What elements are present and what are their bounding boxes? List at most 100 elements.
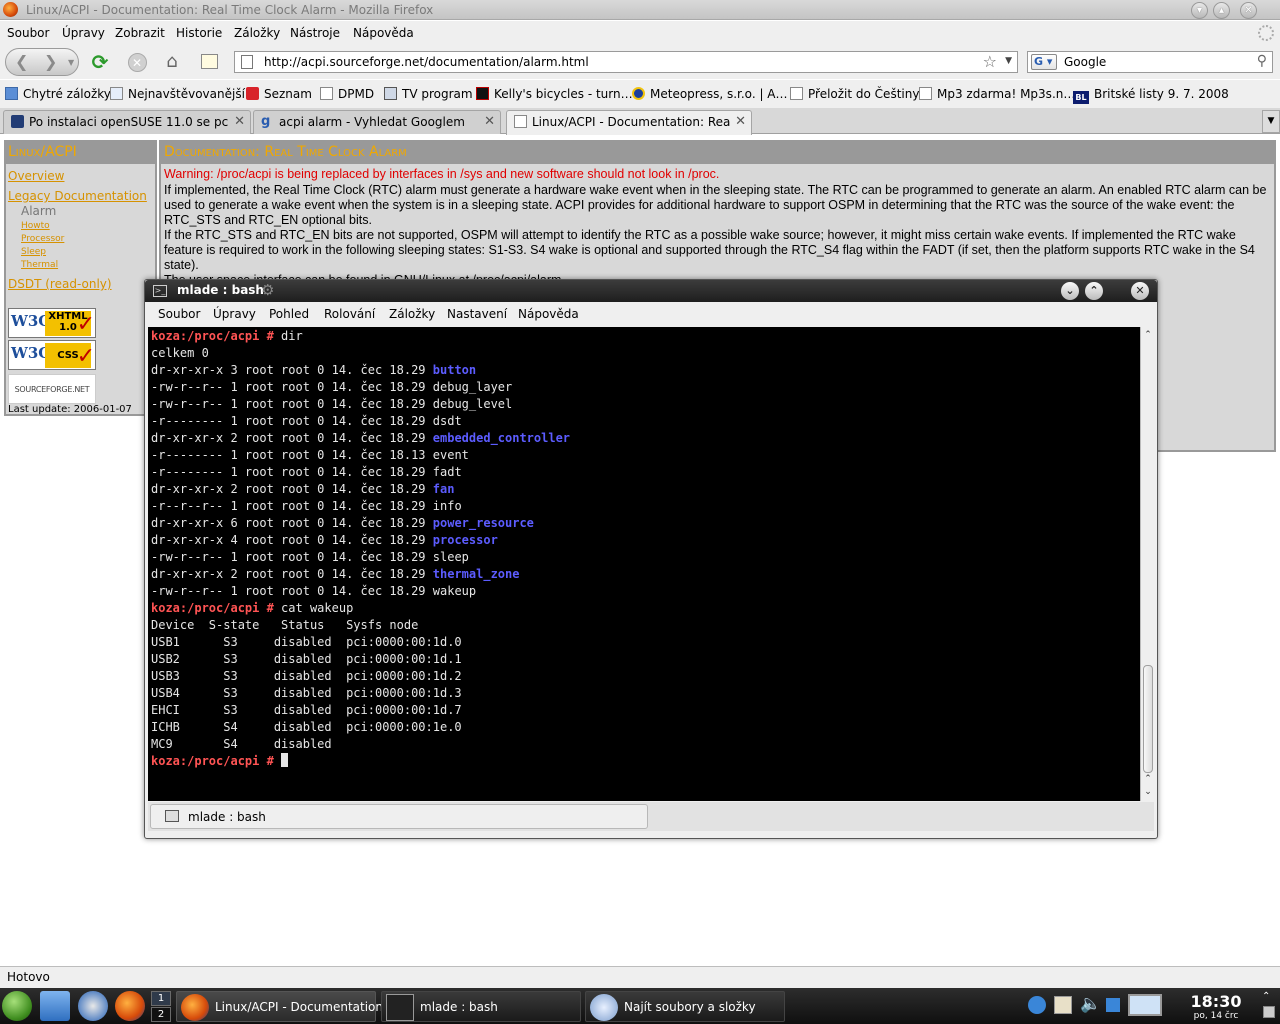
clock[interactable]: 18:30 po, 14 črc (1172, 990, 1260, 1022)
w3c-xhtml-badge[interactable]: W3C XHTML 1.0 ✓ (8, 308, 96, 338)
nav-overview[interactable]: Overview (8, 169, 65, 183)
google-engine-icon[interactable]: G ▾ (1031, 54, 1057, 70)
url-input[interactable]: http://acpi.sourceforge.net/documentatio… (264, 55, 589, 69)
home-icon[interactable]: ⌂ (159, 49, 185, 75)
expand-icon[interactable]: ⌃ (1262, 991, 1270, 1002)
terminal-output[interactable]: koza:/proc/acpi # dir celkem 0 dr-xr-xr-x … (148, 327, 1140, 801)
sidebar-header: Linux/ACPI (6, 142, 155, 164)
nav-howto[interactable]: Howto (21, 221, 50, 231)
bookmark-kellys[interactable]: Kelly's bicycles - turn… (476, 87, 633, 101)
firefox-icon (3, 2, 18, 17)
tab-opensuse[interactable]: Po instalaci openSUSE 11.0 se pc… ✕ (3, 110, 251, 134)
network-icon[interactable] (1028, 996, 1046, 1014)
nav-legacy-documentation[interactable]: Legacy Documentation (8, 189, 147, 203)
task-firefox[interactable]: Linux/ACPI - Documentation: (176, 991, 387, 1022)
konsole-menu-zalozky[interactable]: Záložky (389, 307, 435, 321)
volume-icon[interactable]: 🔈 (1080, 994, 1101, 1014)
back-icon[interactable]: ❮ (15, 52, 28, 71)
new-tab-icon[interactable] (196, 49, 222, 75)
tab-close-icon[interactable]: ✕ (735, 114, 746, 129)
firefox-launcher-icon[interactable] (115, 991, 145, 1021)
konsole-menu-napoveda[interactable]: Nápověda (518, 307, 579, 321)
clock-time: 18:30 (1190, 992, 1242, 1011)
page-sidebar: Linux/ACPI Overview Legacy Documentation… (4, 140, 157, 416)
task-konsole[interactable]: mlade : bash (381, 991, 581, 1022)
window-options-icon[interactable]: ⚙ (261, 281, 274, 299)
menu-zalozky[interactable]: Záložky (234, 26, 280, 40)
reload-icon[interactable]: ⟳ (87, 49, 113, 75)
tab-close-icon[interactable]: ✕ (484, 114, 495, 129)
bookmark-mp3[interactable]: Mp3 zdarma! Mp3s.n… (919, 87, 1075, 101)
konsole-menu-nastaveni[interactable]: Nastavení (447, 307, 507, 321)
scrollbar-thumb[interactable] (1143, 665, 1153, 773)
tab-google-search[interactable]: g acpi alarm - Vyhledat Googlem ✕ (253, 110, 501, 134)
url-bar[interactable]: http://acpi.sourceforge.net/documentatio… (234, 51, 1018, 73)
display-icon[interactable] (1128, 994, 1162, 1016)
scroll-down-icon[interactable]: ⌄ (1141, 786, 1155, 799)
nav-dsdt[interactable]: DSDT (read-only) (8, 277, 112, 291)
menu-soubor[interactable]: Soubor (7, 26, 49, 40)
menu-historie[interactable]: Historie (176, 26, 222, 40)
bookmark-nejnavstevovanejsi[interactable]: Nejnavštěvovanější (110, 87, 245, 101)
desktop-1[interactable]: 1 (151, 991, 171, 1006)
show-desktop-icon[interactable] (1263, 1006, 1275, 1018)
clock-date: po, 14 črc (1193, 1011, 1239, 1021)
close-icon[interactable]: ✕ (1240, 2, 1257, 19)
search-icon[interactable]: ⚲ (1257, 53, 1267, 69)
terminal-scrollbar[interactable]: ⌃ ⌃ ⌄ (1140, 327, 1154, 801)
bookmark-prelozit[interactable]: Přeložit do Češtiny (790, 87, 919, 101)
maximize-icon[interactable]: ⌃ (1085, 282, 1103, 300)
search-input[interactable]: Google (1064, 55, 1106, 69)
nav-alarm-current: Alarm (21, 204, 57, 218)
tab-close-icon[interactable]: ✕ (234, 114, 245, 129)
file-metadata: dr-xr-xr-x 2 root root 0 14. čec 18.29 (151, 567, 433, 581)
file-manager-icon[interactable] (40, 991, 70, 1021)
menu-napoveda[interactable]: Nápověda (353, 26, 414, 40)
clipboard-icon[interactable] (1054, 996, 1072, 1014)
nav-processor[interactable]: Processor (21, 234, 64, 244)
tab-strip: Po instalaci openSUSE 11.0 se pc… ✕ g ac… (0, 108, 1280, 135)
bookmarks-toolbar: Chytré záložky Nejnavštěvovanější Seznam… (0, 80, 1280, 108)
scroll-up-icon[interactable]: ⌃ (1141, 329, 1155, 342)
desktop-2[interactable]: 2 (151, 1007, 171, 1022)
konsole-menu-soubor[interactable]: Soubor (158, 307, 200, 321)
nav-thermal[interactable]: Thermal (21, 260, 58, 270)
bookmark-britske-listy[interactable]: BL Britské listy 9. 7. 2008 (1073, 87, 1229, 104)
task-find-files[interactable]: Najít soubory a složky (585, 991, 785, 1022)
scroll-up-icon[interactable]: ⌃ (1141, 773, 1155, 786)
minimize-icon[interactable]: ⌄ (1061, 282, 1079, 300)
shell-command: dir (273, 329, 303, 343)
mail-client-icon[interactable] (78, 991, 108, 1021)
close-icon[interactable]: ✕ (1131, 282, 1149, 300)
menu-zobrazit[interactable]: Zobrazit (115, 26, 165, 40)
directory-name: processor (432, 533, 498, 547)
update-applet-icon[interactable] (1106, 998, 1120, 1012)
minimize-icon[interactable]: ▾ (1191, 2, 1208, 19)
tab-acpi-documentation[interactable]: Linux/ACPI - Documentation: Real… ✕ (506, 110, 752, 135)
window-title: Linux/ACPI - Documentation: Real Time Cl… (26, 3, 434, 17)
sourceforge-logo[interactable]: SOURCEFORGE.NET (8, 374, 96, 404)
menu-nastroje[interactable]: Nástroje (290, 26, 340, 40)
search-bar[interactable]: G ▾ Google ⚲ (1027, 51, 1273, 73)
stop-icon[interactable]: ✕ (124, 49, 150, 75)
tab-list-dropdown-icon[interactable]: ▼ (1262, 110, 1280, 133)
forward-icon[interactable]: ❯ (44, 52, 57, 71)
start-menu-icon[interactable] (2, 991, 32, 1021)
bookmark-meteopress[interactable]: Meteopress, s.r.o. | A… (632, 87, 788, 101)
konsole-tab[interactable]: mlade : bash (150, 804, 648, 829)
bookmark-tv-program[interactable]: TV program (384, 87, 473, 101)
menu-upravy[interactable]: Úpravy (62, 26, 105, 40)
bookmark-seznam[interactable]: Seznam (246, 87, 312, 101)
konsole-menu-upravy[interactable]: Úpravy (213, 307, 256, 321)
doc-header: Documentation: Real Time Clock Alarm (161, 142, 1274, 164)
maximize-icon[interactable]: ▴ (1213, 2, 1230, 19)
bookmark-star-icon[interactable]: ☆ (983, 52, 997, 71)
url-dropdown-icon[interactable]: ▼ (1005, 56, 1012, 66)
bookmark-dpmd[interactable]: DPMD (320, 87, 374, 101)
w3c-css-badge[interactable]: W3C CSS ✓ (8, 340, 96, 370)
bookmark-chytre-zalozky[interactable]: Chytré záložky (5, 87, 111, 101)
konsole-menu-pohled[interactable]: Pohled (269, 307, 309, 321)
history-dropdown-icon[interactable]: ▼ (68, 58, 74, 67)
nav-sleep[interactable]: Sleep (21, 247, 46, 257)
konsole-menu-rolovani[interactable]: Rolování (324, 307, 375, 321)
